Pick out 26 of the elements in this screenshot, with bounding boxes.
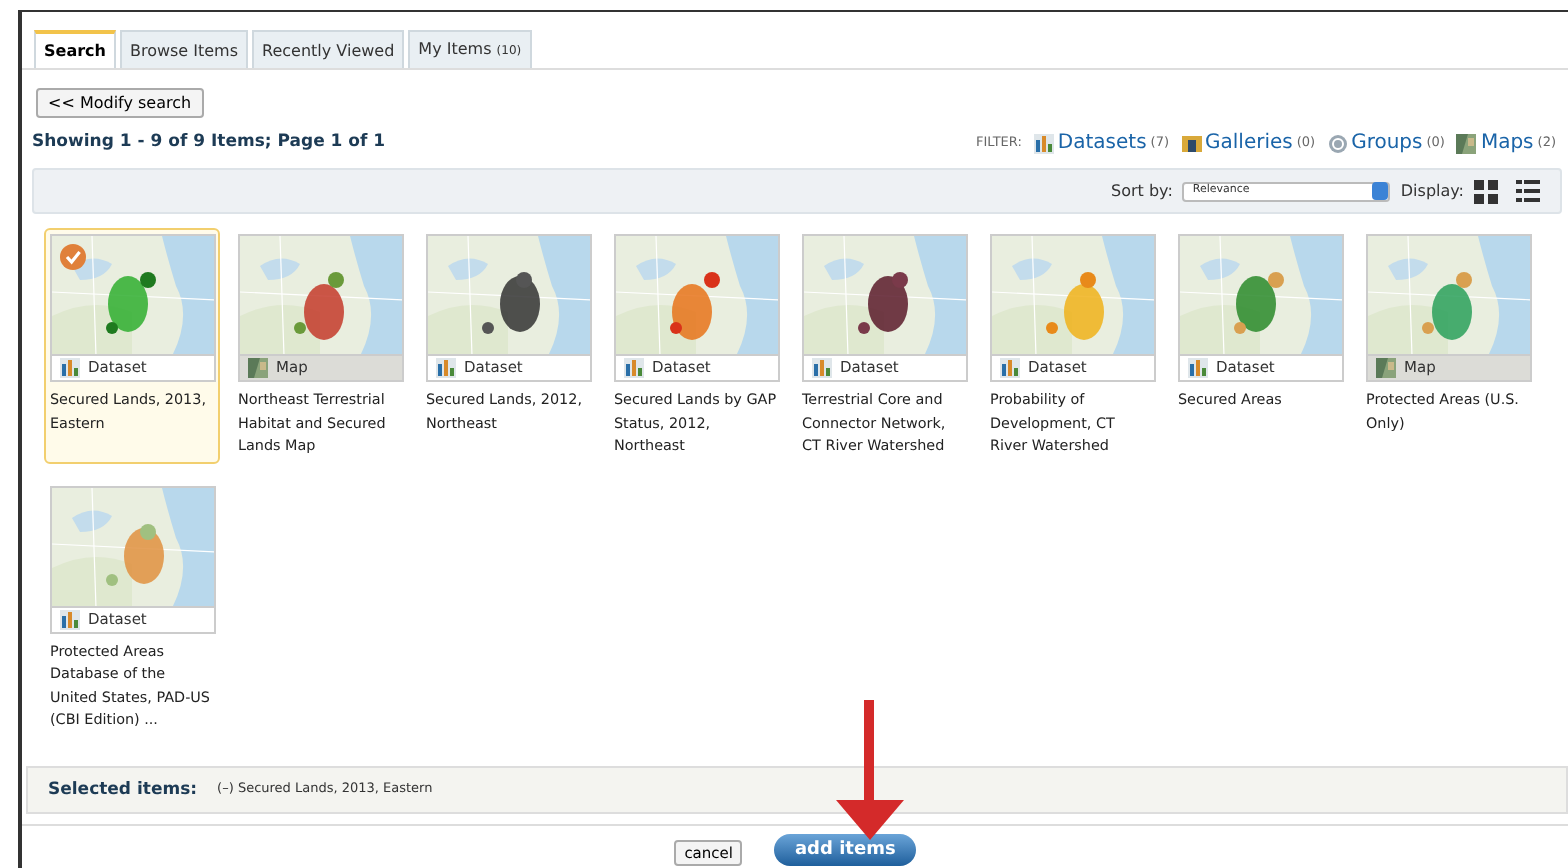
bar-chart-icon bbox=[1000, 358, 1020, 378]
bar-chart-icon bbox=[60, 358, 80, 378]
tab[interactable]: Search bbox=[34, 30, 116, 68]
checkmark-icon bbox=[60, 244, 86, 270]
tab[interactable]: Recently Viewed bbox=[252, 30, 405, 68]
map-icon bbox=[248, 358, 268, 378]
bar-chart-icon bbox=[1033, 133, 1054, 153]
list-view-icon[interactable] bbox=[1516, 180, 1540, 202]
grid-view-icon[interactable] bbox=[1474, 179, 1498, 203]
bar-chart-icon bbox=[624, 358, 644, 378]
bar-chart-icon bbox=[812, 358, 832, 378]
map-icon bbox=[1456, 133, 1477, 153]
display-label: Display: bbox=[1400, 179, 1464, 203]
map-icon bbox=[1376, 358, 1396, 378]
tab[interactable]: Browse Items bbox=[119, 30, 249, 68]
bar-chart-icon bbox=[436, 358, 456, 378]
bar-chart-icon bbox=[1188, 358, 1208, 378]
add-items-button[interactable]: add items bbox=[774, 834, 916, 866]
sort-label: Sort by: bbox=[1111, 179, 1173, 203]
annotation-arrow bbox=[832, 700, 908, 844]
folder-icon bbox=[1181, 133, 1202, 153]
bar-chart-icon bbox=[60, 609, 80, 629]
globe-icon bbox=[1327, 133, 1348, 153]
results-summary: Showing 1 - 9 of 9 Items; Page 1 of 1 bbox=[32, 130, 386, 156]
modify-search-button[interactable]: << Modify search bbox=[36, 88, 204, 118]
selected-items-label: Selected items: bbox=[48, 777, 198, 803]
